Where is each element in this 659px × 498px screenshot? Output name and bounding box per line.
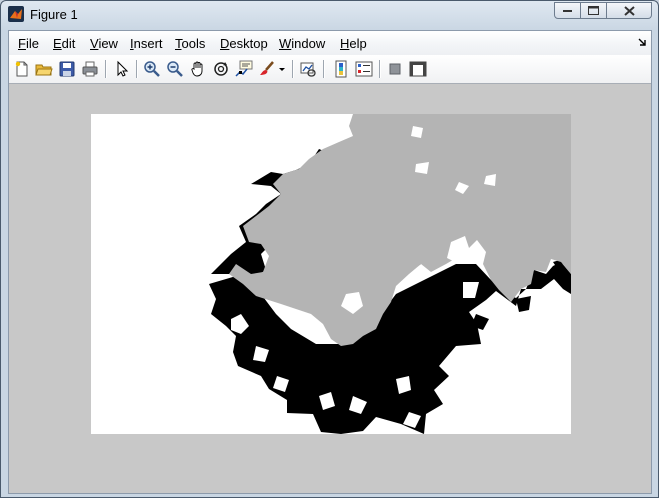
matlab-app-icon — [8, 6, 24, 22]
toolbar-separator — [323, 60, 324, 78]
menu-window[interactable]: Window — [279, 36, 325, 51]
save-icon[interactable] — [58, 60, 76, 78]
menu-edit[interactable]: Edit — [53, 36, 75, 51]
window-title: Figure 1 — [30, 7, 78, 22]
dock-figure-icon[interactable] — [637, 37, 647, 47]
brush-dropdown-icon[interactable] — [278, 60, 286, 78]
hide-plot-tools-icon[interactable] — [386, 60, 404, 78]
rotate-3d-icon[interactable] — [212, 60, 230, 78]
menu-insert[interactable]: Insert — [130, 36, 163, 51]
close-button[interactable] — [607, 2, 652, 19]
figure-window: Figure 1 File Edit View Insert Tools Des… — [0, 0, 659, 498]
pan-hand-icon[interactable] — [189, 60, 207, 78]
segmentation-image[interactable] — [91, 114, 571, 434]
brush-icon[interactable] — [258, 60, 276, 78]
print-icon[interactable] — [81, 60, 99, 78]
menu-file[interactable]: File — [18, 36, 39, 51]
toolbar-separator — [105, 60, 106, 78]
figure-client: File Edit View Insert Tools Desktop Wind… — [8, 30, 652, 494]
figure-canvas[interactable] — [9, 84, 651, 493]
minimize-icon — [562, 9, 572, 12]
link-plot-icon[interactable] — [299, 60, 317, 78]
maximize-icon — [588, 6, 599, 15]
menu-bar: File Edit View Insert Tools Desktop Wind… — [9, 31, 651, 56]
figure-toolbar — [9, 55, 651, 84]
menu-tools[interactable]: Tools — [175, 36, 205, 51]
new-figure-icon[interactable] — [13, 60, 31, 78]
data-cursor-icon[interactable] — [235, 60, 253, 78]
insert-colorbar-icon[interactable] — [332, 60, 350, 78]
menu-help[interactable]: Help — [340, 36, 367, 51]
show-plot-tools-icon[interactable] — [409, 60, 427, 78]
zoom-out-icon[interactable] — [166, 60, 184, 78]
menu-desktop[interactable]: Desktop — [220, 36, 268, 51]
zoom-in-icon[interactable] — [143, 60, 161, 78]
minimize-button[interactable] — [554, 2, 581, 19]
insert-legend-icon[interactable] — [355, 60, 373, 78]
toolbar-separator — [292, 60, 293, 78]
open-file-icon[interactable] — [35, 60, 53, 78]
toolbar-separator — [136, 60, 137, 78]
close-icon — [623, 5, 635, 16]
edit-plot-arrow-icon[interactable] — [113, 60, 131, 78]
menu-view[interactable]: View — [90, 36, 118, 51]
maximize-button[interactable] — [581, 2, 607, 19]
toolbar-separator — [379, 60, 380, 78]
title-bar[interactable]: Figure 1 — [1, 1, 658, 29]
